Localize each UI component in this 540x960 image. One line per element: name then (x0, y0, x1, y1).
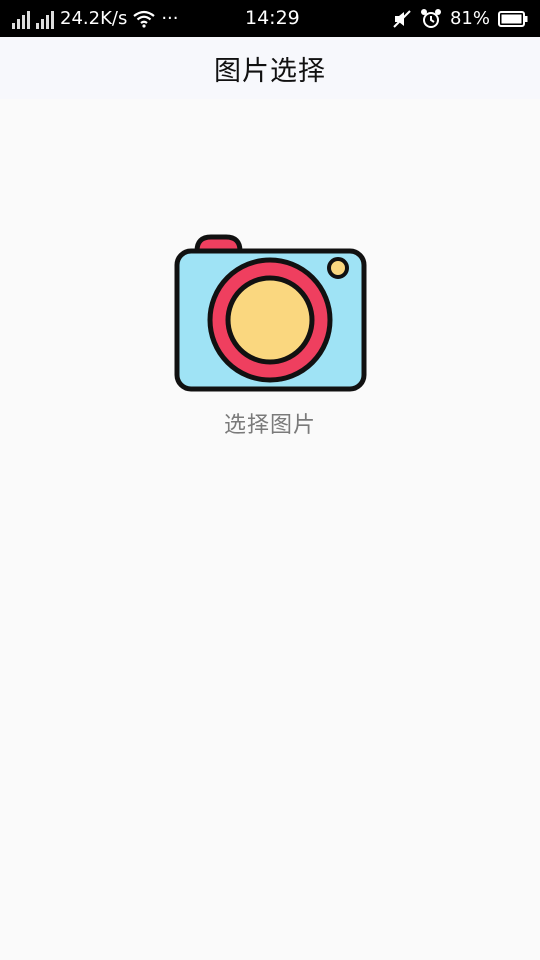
status-bar-left: 24.2K/s ··· (12, 8, 392, 29)
camera-icon[interactable] (170, 229, 370, 393)
wifi-icon (133, 10, 156, 28)
alarm-icon (420, 8, 441, 28)
main-content: 选择图片 (0, 99, 540, 960)
battery-icon (498, 10, 528, 27)
select-image-label[interactable]: 选择图片 (224, 407, 316, 439)
header: 图片选择 (0, 37, 540, 99)
status-bar: 24.2K/s ··· 14:29 81% (0, 0, 540, 37)
page-title: 图片选择 (214, 55, 326, 87)
more-indicator: ··· (161, 8, 179, 29)
status-bar-time: 14:29 (245, 7, 300, 29)
battery-percentage: 81% (449, 8, 490, 29)
mute-icon (393, 9, 411, 28)
signal-1-icon (12, 9, 30, 29)
select-image-button[interactable]: 选择图片 (170, 229, 370, 449)
signal-2-icon (36, 9, 54, 29)
status-bar-right: 81% (392, 8, 528, 30)
network-speed: 24.2K/s (60, 8, 128, 29)
